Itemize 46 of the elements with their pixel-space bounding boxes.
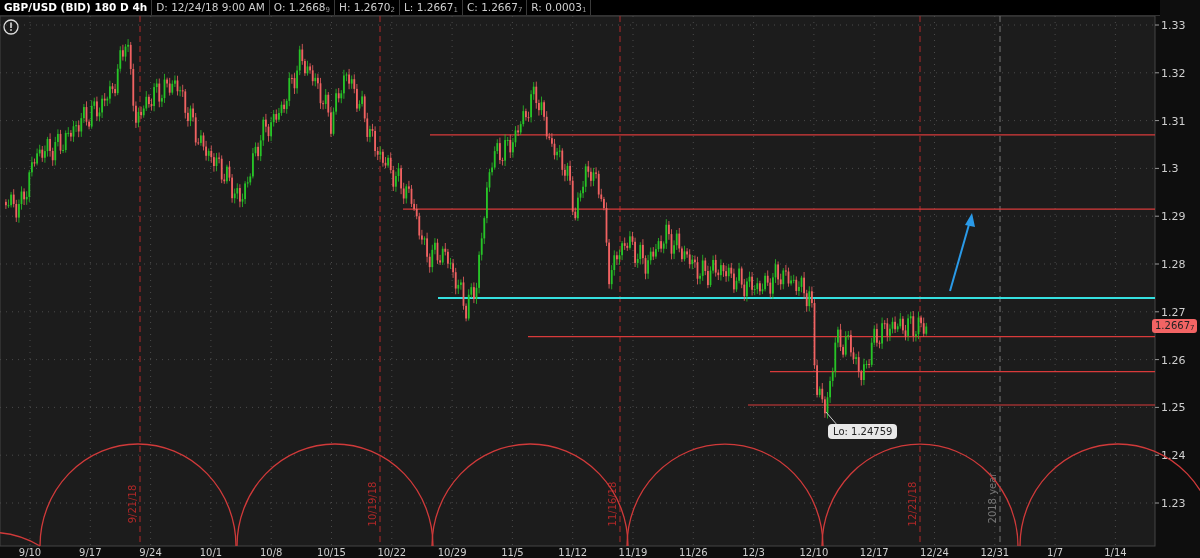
alert-icon[interactable] xyxy=(3,19,19,35)
year-label: 2018 year xyxy=(987,472,998,524)
price-axis-label: 1.25 xyxy=(1161,401,1186,415)
ohlc-field: O: 1.2668$_{9}$ xyxy=(269,0,335,15)
cycle-date-label: 12/21/18 xyxy=(907,481,918,527)
cycle-date-label: 10/19/18 xyxy=(367,481,378,527)
date-axis-label: 12/10 xyxy=(799,547,829,558)
date-axis-label: 9/24 xyxy=(139,547,162,558)
date-axis-label: 10/8 xyxy=(259,547,283,558)
date-axis-label: 1/14 xyxy=(1104,547,1127,558)
date-axis-label: 12/24 xyxy=(920,547,949,558)
date-axis-label: 12/17 xyxy=(859,547,889,558)
price-axis-label: 1.29 xyxy=(1161,210,1186,224)
price-axis-label: 1.31 xyxy=(1161,114,1186,128)
arrow-icon xyxy=(949,213,975,292)
ohlc-field: R: 0.0003$_{1}$ xyxy=(527,0,592,15)
price-axis-label: 1.24 xyxy=(1161,449,1186,463)
price-axis-label: 1.33 xyxy=(1161,19,1186,32)
date-axis-label: 12/31 xyxy=(980,547,1010,558)
date-axis-label: 11/26 xyxy=(678,547,708,558)
date-axis-label: 11/19 xyxy=(618,547,648,558)
ohlc-field: H: 1.2670$_{2}$ xyxy=(335,0,400,15)
date-axis-label: 11/5 xyxy=(501,547,524,558)
date-axis-label: 10/22 xyxy=(377,547,407,558)
symbol-title: GBP/USD (BID) 180 D 4h xyxy=(0,0,153,15)
price-axis-label: 1.32 xyxy=(1161,66,1186,80)
date-axis-label: 12/3 xyxy=(742,547,765,558)
current-price-tag: 1.2667$_{7}$ xyxy=(1152,319,1198,333)
date-axis-label: 9/17 xyxy=(79,547,102,558)
date-axis-label: 10/15 xyxy=(317,547,346,558)
cycle-date-label: 11/16/18 xyxy=(607,481,618,527)
date-axis-label: 9/10 xyxy=(18,547,42,558)
date-axis-label: 10/29 xyxy=(437,547,467,558)
ohlc-field: C: 1.2667$_{7}$ xyxy=(462,0,528,15)
low-price-label: Lo: 1.24759 xyxy=(828,424,898,439)
price-axis-label: 1.26 xyxy=(1161,353,1186,367)
date-axis-label: 11/12 xyxy=(558,547,588,558)
price-axis-label: 1.23 xyxy=(1161,497,1186,510)
cycle-date-label: 9/21/18 xyxy=(127,484,138,524)
price-axis-label: 1.3 xyxy=(1161,162,1179,176)
ohlc-field: D: 12/24/18 9:00 AM xyxy=(152,0,270,15)
price-axis-label: 1.28 xyxy=(1161,258,1186,271)
date-axis-label: 1/7 xyxy=(1047,547,1064,558)
price-axis-label: 1.27 xyxy=(1161,305,1186,319)
ohlc-field: L: 1.2667$_{1}$ xyxy=(400,0,463,15)
date-axis-label: 10/1 xyxy=(199,547,223,558)
